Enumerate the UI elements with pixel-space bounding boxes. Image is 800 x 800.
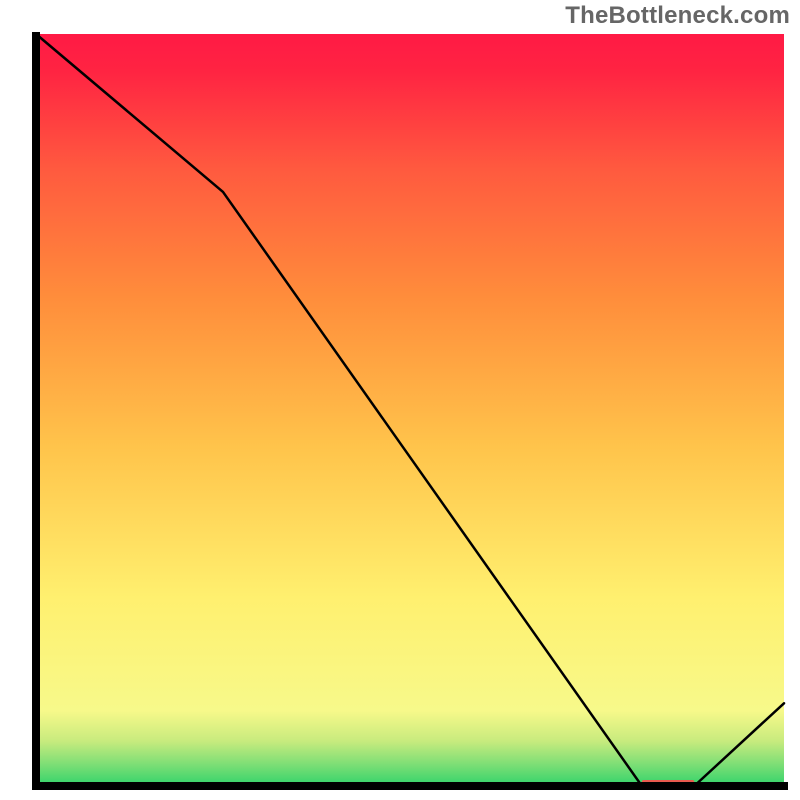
chart-stage: TheBottleneck.com <box>0 0 800 800</box>
watermark-text: TheBottleneck.com <box>565 2 790 30</box>
chart-svg <box>28 32 788 792</box>
gradient-fill <box>36 34 784 786</box>
plot-area <box>28 32 788 792</box>
